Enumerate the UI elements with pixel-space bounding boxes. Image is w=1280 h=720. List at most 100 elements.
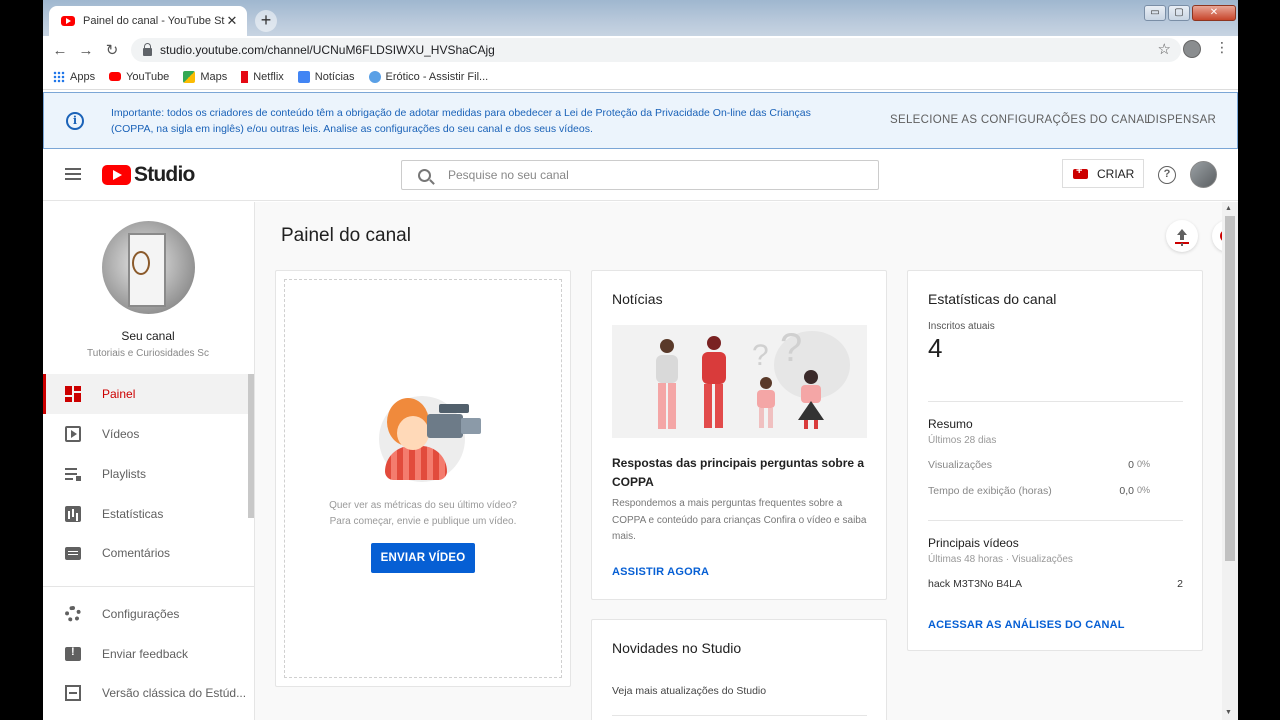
- bookmark-news[interactable]: Notícias: [297, 70, 355, 83]
- upload-button[interactable]: [1166, 220, 1198, 252]
- main-content: Painel do canal Quer ver as métricas do …: [255, 202, 1238, 720]
- sidebar-item-videos[interactable]: Vídeos: [43, 414, 248, 454]
- browser-toolbar: ← → ↻ studio.youtube.com/channel/UCNuM6F…: [43, 36, 1238, 64]
- reload-button[interactable]: ↻: [99, 41, 125, 59]
- videographer-illustration: [379, 388, 487, 488]
- browser-tab-active[interactable]: Painel do canal - YouTube Studio ✕: [49, 6, 247, 36]
- bookmark-youtube[interactable]: YouTube: [109, 71, 169, 83]
- browser-window: Painel do canal - YouTube Studio ✕ + ▭ ▢…: [43, 0, 1238, 720]
- page-title: Painel do canal: [281, 225, 411, 246]
- watch-time-value: 0,0: [1119, 485, 1134, 497]
- info-icon: i: [66, 112, 84, 130]
- studio-wordmark: Studio: [134, 163, 195, 186]
- bookmark-star-icon[interactable]: ☆: [1158, 40, 1171, 58]
- gear-icon: [65, 606, 81, 622]
- close-window-button[interactable]: ✕: [1192, 5, 1236, 21]
- watch-time-label: Tempo de exibição (horas): [928, 485, 1052, 497]
- browser-profile-avatar[interactable]: [1183, 40, 1201, 58]
- minimize-button[interactable]: ▭: [1144, 5, 1166, 21]
- sidebar-item-settings[interactable]: Configurações: [43, 594, 248, 634]
- bookmarks-bar: Apps YouTube Maps Netflix Notícias Eróti…: [43, 64, 1238, 90]
- search-icon: [418, 168, 431, 182]
- watch-now-link[interactable]: ASSISTIR AGORA: [612, 566, 709, 578]
- bookmark-apps[interactable]: Apps: [53, 70, 95, 83]
- coppa-family-illustration: ? ?: [612, 325, 867, 438]
- sidebar-item-playlists[interactable]: Playlists: [43, 454, 248, 494]
- channel-search-box: [401, 160, 879, 190]
- main-scrollbar-thumb[interactable]: [1225, 216, 1235, 561]
- top-videos-title: Principais vídeos: [928, 536, 1019, 550]
- maximize-button[interactable]: ▢: [1168, 5, 1190, 21]
- news-headline[interactable]: Respostas das principais perguntas sobre…: [612, 454, 868, 492]
- channel-avatar[interactable]: [102, 221, 195, 314]
- sidebar-item-classic-studio[interactable]: Versão clássica do Estúd...: [43, 673, 248, 713]
- views-label: Visualizações: [928, 459, 993, 471]
- upload-video-button[interactable]: ENVIAR VÍDEO: [371, 543, 475, 573]
- sidebar-divider: [43, 586, 255, 587]
- studio-updates-divider: [612, 715, 867, 716]
- news-card-title: Notícias: [612, 291, 663, 307]
- youtube-favicon-icon: [61, 16, 75, 26]
- studio-updates-title: Novidades no Studio: [612, 640, 742, 656]
- views-change: 0%: [1137, 459, 1151, 469]
- bookmark-maps[interactable]: Maps: [183, 70, 227, 83]
- window-controls: ▭ ▢ ✕: [1144, 5, 1236, 21]
- lock-icon: [143, 42, 152, 56]
- sidebar-item-feedback[interactable]: Enviar feedback: [43, 634, 248, 674]
- analytics-divider: [928, 401, 1183, 402]
- youtube-logo-icon: [102, 165, 131, 185]
- help-icon[interactable]: ?: [1158, 166, 1176, 184]
- go-to-analytics-link[interactable]: ACESSAR AS ANÁLISES DO CANAL: [928, 619, 1125, 631]
- scroll-down-arrow-icon[interactable]: ▼: [1225, 709, 1232, 716]
- create-button[interactable]: CRIAR: [1062, 159, 1144, 188]
- tab-title: Painel do canal - YouTube Studio: [83, 15, 225, 27]
- sidebar-item-dashboard[interactable]: Painel: [43, 374, 248, 414]
- upload-prompt: Quer ver as métricas do seu último vídeo…: [329, 500, 517, 527]
- scroll-up-arrow-icon[interactable]: ▲: [1225, 205, 1232, 212]
- studio-logo[interactable]: Studio: [102, 163, 195, 187]
- back-button[interactable]: ←: [47, 42, 73, 59]
- analytics-divider: [928, 520, 1183, 521]
- top-videos-period: Últimas 48 horas · Visualizações: [928, 554, 1073, 565]
- studio-header: Studio CRIAR ?: [43, 149, 1238, 201]
- summary-title: Resumo: [928, 417, 973, 431]
- sidebar: Seu canal Tutoriais e Curiosidades Sc Pa…: [43, 202, 255, 720]
- browser-titlebar: Painel do canal - YouTube Studio ✕ + ▭ ▢…: [43, 0, 1238, 36]
- netflix-icon: [241, 70, 249, 83]
- news-body: Respondemos a mais perguntas frequentes …: [612, 498, 867, 542]
- browser-menu-icon[interactable]: ⋮: [1215, 39, 1229, 56]
- upload-video-card: Quer ver as métricas do seu último vídeo…: [275, 270, 571, 687]
- top-video-title[interactable]: hack M3T3No B4LA: [928, 578, 1022, 590]
- views-value: 0: [1128, 459, 1134, 471]
- channel-name: Tutoriais e Curiosidades Sc: [87, 348, 209, 359]
- video-camera-icon: [1073, 165, 1088, 179]
- analytics-card-title: Estatísticas do canal: [928, 291, 1057, 307]
- sidebar-scrollbar[interactable]: [248, 374, 254, 518]
- subscribers-label: Inscritos atuais: [928, 321, 995, 332]
- dismiss-button[interactable]: DISPENSAR: [1147, 114, 1216, 126]
- bookmark-other[interactable]: Erótico - Assistir Fil...: [368, 70, 488, 83]
- sidebar-item-comments[interactable]: Comentários: [43, 533, 248, 573]
- comments-icon: [65, 546, 81, 560]
- watch-time-change: 0%: [1137, 485, 1151, 495]
- coppa-notice-banner: i Importante: todos os criadores de cont…: [43, 92, 1238, 149]
- bookmark-netflix[interactable]: Netflix: [241, 70, 284, 83]
- videos-icon: [65, 426, 81, 442]
- classic-studio-icon: [65, 685, 81, 701]
- address-bar[interactable]: studio.youtube.com/channel/UCNuM6FLDSIWX…: [131, 38, 1181, 62]
- upload-icon: [1175, 242, 1189, 244]
- tab-close-icon[interactable]: ✕: [225, 13, 239, 29]
- playlist-icon: [65, 466, 81, 482]
- maps-icon: [183, 70, 196, 83]
- search-input[interactable]: [448, 168, 848, 182]
- account-avatar[interactable]: [1190, 161, 1217, 188]
- svg-text:?: ?: [780, 326, 802, 370]
- sidebar-item-analytics[interactable]: Estatísticas: [43, 494, 248, 534]
- channel-analytics-card: Estatísticas do canal Inscritos atuais 4…: [907, 270, 1203, 651]
- analytics-icon: [65, 506, 81, 522]
- channel-settings-link[interactable]: SELECIONE AS CONFIGURAÇÕES DO CANAL: [890, 114, 1151, 126]
- menu-icon[interactable]: [65, 168, 81, 180]
- new-tab-button[interactable]: +: [255, 10, 277, 32]
- studio-updates-card: Novidades no Studio Veja mais atualizaçõ…: [591, 619, 887, 720]
- forward-button[interactable]: →: [73, 42, 99, 59]
